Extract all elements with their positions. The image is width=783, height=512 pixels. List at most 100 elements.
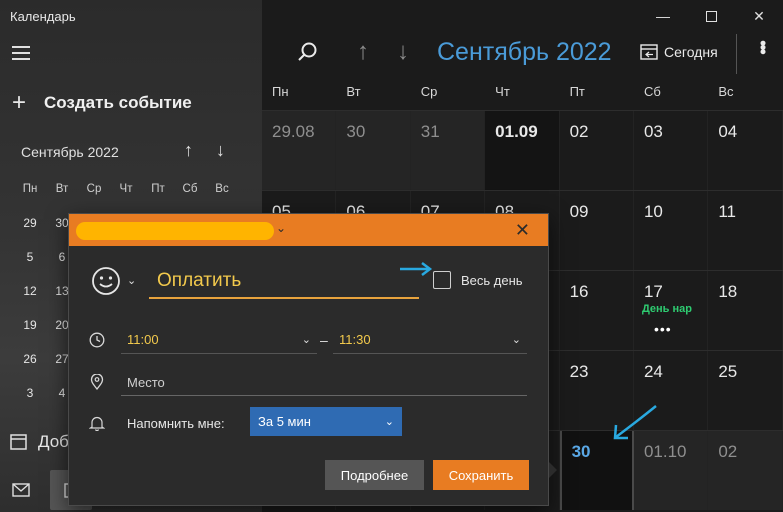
minimize-icon[interactable]: — bbox=[639, 0, 687, 32]
hamburger-icon[interactable] bbox=[12, 46, 30, 60]
day-cell[interactable]: 18 bbox=[708, 271, 783, 350]
event-chip[interactable]: День нар bbox=[642, 303, 702, 315]
chevron-down-icon[interactable]: ⌄ bbox=[276, 221, 286, 235]
mini-prev-arrow-up-icon[interactable]: ↑ bbox=[184, 140, 193, 161]
day-number: 29.08 bbox=[272, 122, 315, 141]
day-cell[interactable]: 02 bbox=[708, 431, 783, 510]
day-cell[interactable]: 31 bbox=[410, 111, 486, 190]
day-number: 24 bbox=[643, 362, 663, 381]
day-cell[interactable]: 29.08 bbox=[262, 111, 337, 190]
maximize-icon[interactable] bbox=[687, 0, 735, 32]
day-cell[interactable]: 17 День нар ••• bbox=[634, 271, 709, 350]
mini-day[interactable]: 12 bbox=[14, 284, 46, 298]
new-event-button[interactable]: + Создать событие bbox=[12, 90, 192, 116]
mail-icon[interactable] bbox=[0, 470, 42, 510]
day-number: 09 bbox=[569, 202, 589, 221]
day-number: 18 bbox=[718, 282, 738, 301]
all-day-checkbox[interactable]: Весь день bbox=[433, 271, 523, 289]
day-number: 16 bbox=[569, 282, 589, 301]
day-cell[interactable]: 01.09 bbox=[485, 111, 560, 190]
weekday-label: Вт bbox=[346, 84, 361, 99]
annotation-arrow bbox=[613, 405, 657, 440]
calendar-add-icon bbox=[10, 434, 27, 450]
day-cell[interactable]: 16 bbox=[560, 271, 634, 350]
event-title-input[interactable] bbox=[149, 265, 419, 299]
smiley-icon[interactable] bbox=[91, 266, 121, 296]
dialog-pointer bbox=[549, 462, 557, 478]
day-number: 04 bbox=[718, 122, 738, 141]
prev-month-arrow-up-icon[interactable]: ↑ bbox=[357, 38, 369, 66]
add-calendars-button[interactable]: Доб bbox=[10, 432, 69, 452]
end-time-select[interactable]: 11:30 ⌄ bbox=[333, 326, 527, 354]
mini-next-arrow-down-icon[interactable]: ↓ bbox=[216, 140, 225, 161]
plus-icon: + bbox=[12, 89, 27, 116]
today-label: Сегодня bbox=[664, 44, 718, 60]
mini-weekday: Сб bbox=[182, 183, 198, 195]
day-number: 30 bbox=[346, 122, 366, 141]
calendar-selector-redacted[interactable] bbox=[76, 222, 274, 240]
day-cell[interactable]: 09 bbox=[560, 191, 634, 270]
day-number: 01.10 bbox=[643, 442, 687, 461]
day-cell[interactable]: 10 bbox=[634, 191, 709, 270]
remind-label: Напомнить мне: bbox=[127, 416, 225, 431]
day-cell[interactable]: 02 bbox=[560, 111, 634, 190]
location-input[interactable] bbox=[121, 369, 527, 396]
annotation-arrow bbox=[400, 262, 433, 276]
save-button[interactable]: Сохранить bbox=[433, 460, 529, 490]
checkbox-box[interactable] bbox=[433, 271, 451, 289]
search-icon[interactable] bbox=[296, 40, 320, 64]
today-icon bbox=[640, 44, 658, 60]
next-month-arrow-down-icon[interactable]: ↓ bbox=[397, 38, 409, 66]
mini-day[interactable]: 26 bbox=[14, 352, 46, 366]
start-time-value: 11:00 bbox=[127, 332, 159, 347]
day-number: 23 bbox=[569, 362, 589, 381]
day-number: 31 bbox=[420, 122, 440, 141]
mini-weekday: Пн bbox=[22, 183, 38, 195]
chevron-down-icon[interactable]: ⌄ bbox=[127, 274, 136, 287]
more-details-button[interactable]: Подробнее bbox=[325, 460, 424, 490]
end-time-value: 11:30 bbox=[339, 332, 371, 347]
clock-icon bbox=[89, 332, 105, 348]
mini-day[interactable]: 3 bbox=[14, 386, 46, 400]
weekday-label: Вс bbox=[718, 84, 734, 99]
day-cell[interactable]: 30 bbox=[336, 111, 411, 190]
close-icon[interactable]: ✕ bbox=[735, 0, 783, 32]
day-number: 25 bbox=[718, 362, 738, 381]
mini-weekday: Вт bbox=[55, 183, 69, 195]
day-number: 03 bbox=[643, 122, 663, 141]
weekday-label: Пн bbox=[272, 84, 289, 99]
more-icon[interactable]: ••• bbox=[752, 40, 773, 53]
month-title[interactable]: Сентябрь 2022 bbox=[437, 38, 612, 67]
reminder-select[interactable]: За 5 мин ⌄ bbox=[250, 407, 402, 436]
quick-event-dialog: ⌄ ✕ ⌄ Весь день 11:00 ⌄ – 11:30 ⌄ bbox=[68, 213, 549, 506]
reminder-value: За 5 мин bbox=[258, 414, 311, 429]
day-number: 01.09 bbox=[495, 122, 538, 141]
day-number: 10 bbox=[643, 202, 663, 221]
start-time-select[interactable]: 11:00 ⌄ bbox=[121, 326, 317, 354]
weekday-header: Пн Вт Ср Чт Пт Сб Вс bbox=[262, 84, 783, 108]
day-cell[interactable]: 25 bbox=[708, 351, 783, 430]
today-button[interactable]: Сегодня bbox=[640, 44, 718, 60]
window-controls: — ✕ bbox=[639, 0, 783, 32]
new-event-label: Создать событие bbox=[44, 93, 192, 112]
bell-icon bbox=[89, 416, 105, 431]
weekday-label: Ср bbox=[420, 84, 438, 99]
day-number: 11 bbox=[718, 202, 736, 221]
more-events-icon[interactable]: ••• bbox=[654, 321, 672, 337]
weekday-label: Сб bbox=[643, 84, 661, 99]
mini-day[interactable]: 29 bbox=[14, 216, 46, 230]
day-cell[interactable]: 11 bbox=[708, 191, 783, 270]
toolbar-divider bbox=[736, 34, 737, 74]
mini-weekday-row: Пн Вт Ср Чт Пт Сб Вс bbox=[14, 172, 254, 206]
app-title: Календарь bbox=[10, 9, 76, 24]
pin-icon bbox=[90, 374, 104, 390]
day-number: 17 bbox=[643, 282, 663, 301]
weekday-label: Пт bbox=[569, 84, 585, 99]
close-icon[interactable]: ✕ bbox=[515, 220, 530, 241]
day-cell[interactable]: 04 bbox=[708, 111, 783, 190]
mini-day[interactable]: 5 bbox=[14, 250, 46, 264]
mini-day[interactable]: 19 bbox=[14, 318, 46, 332]
day-number: 30 bbox=[571, 442, 591, 461]
mini-weekday: Ср bbox=[86, 183, 102, 195]
day-cell[interactable]: 03 bbox=[634, 111, 709, 190]
